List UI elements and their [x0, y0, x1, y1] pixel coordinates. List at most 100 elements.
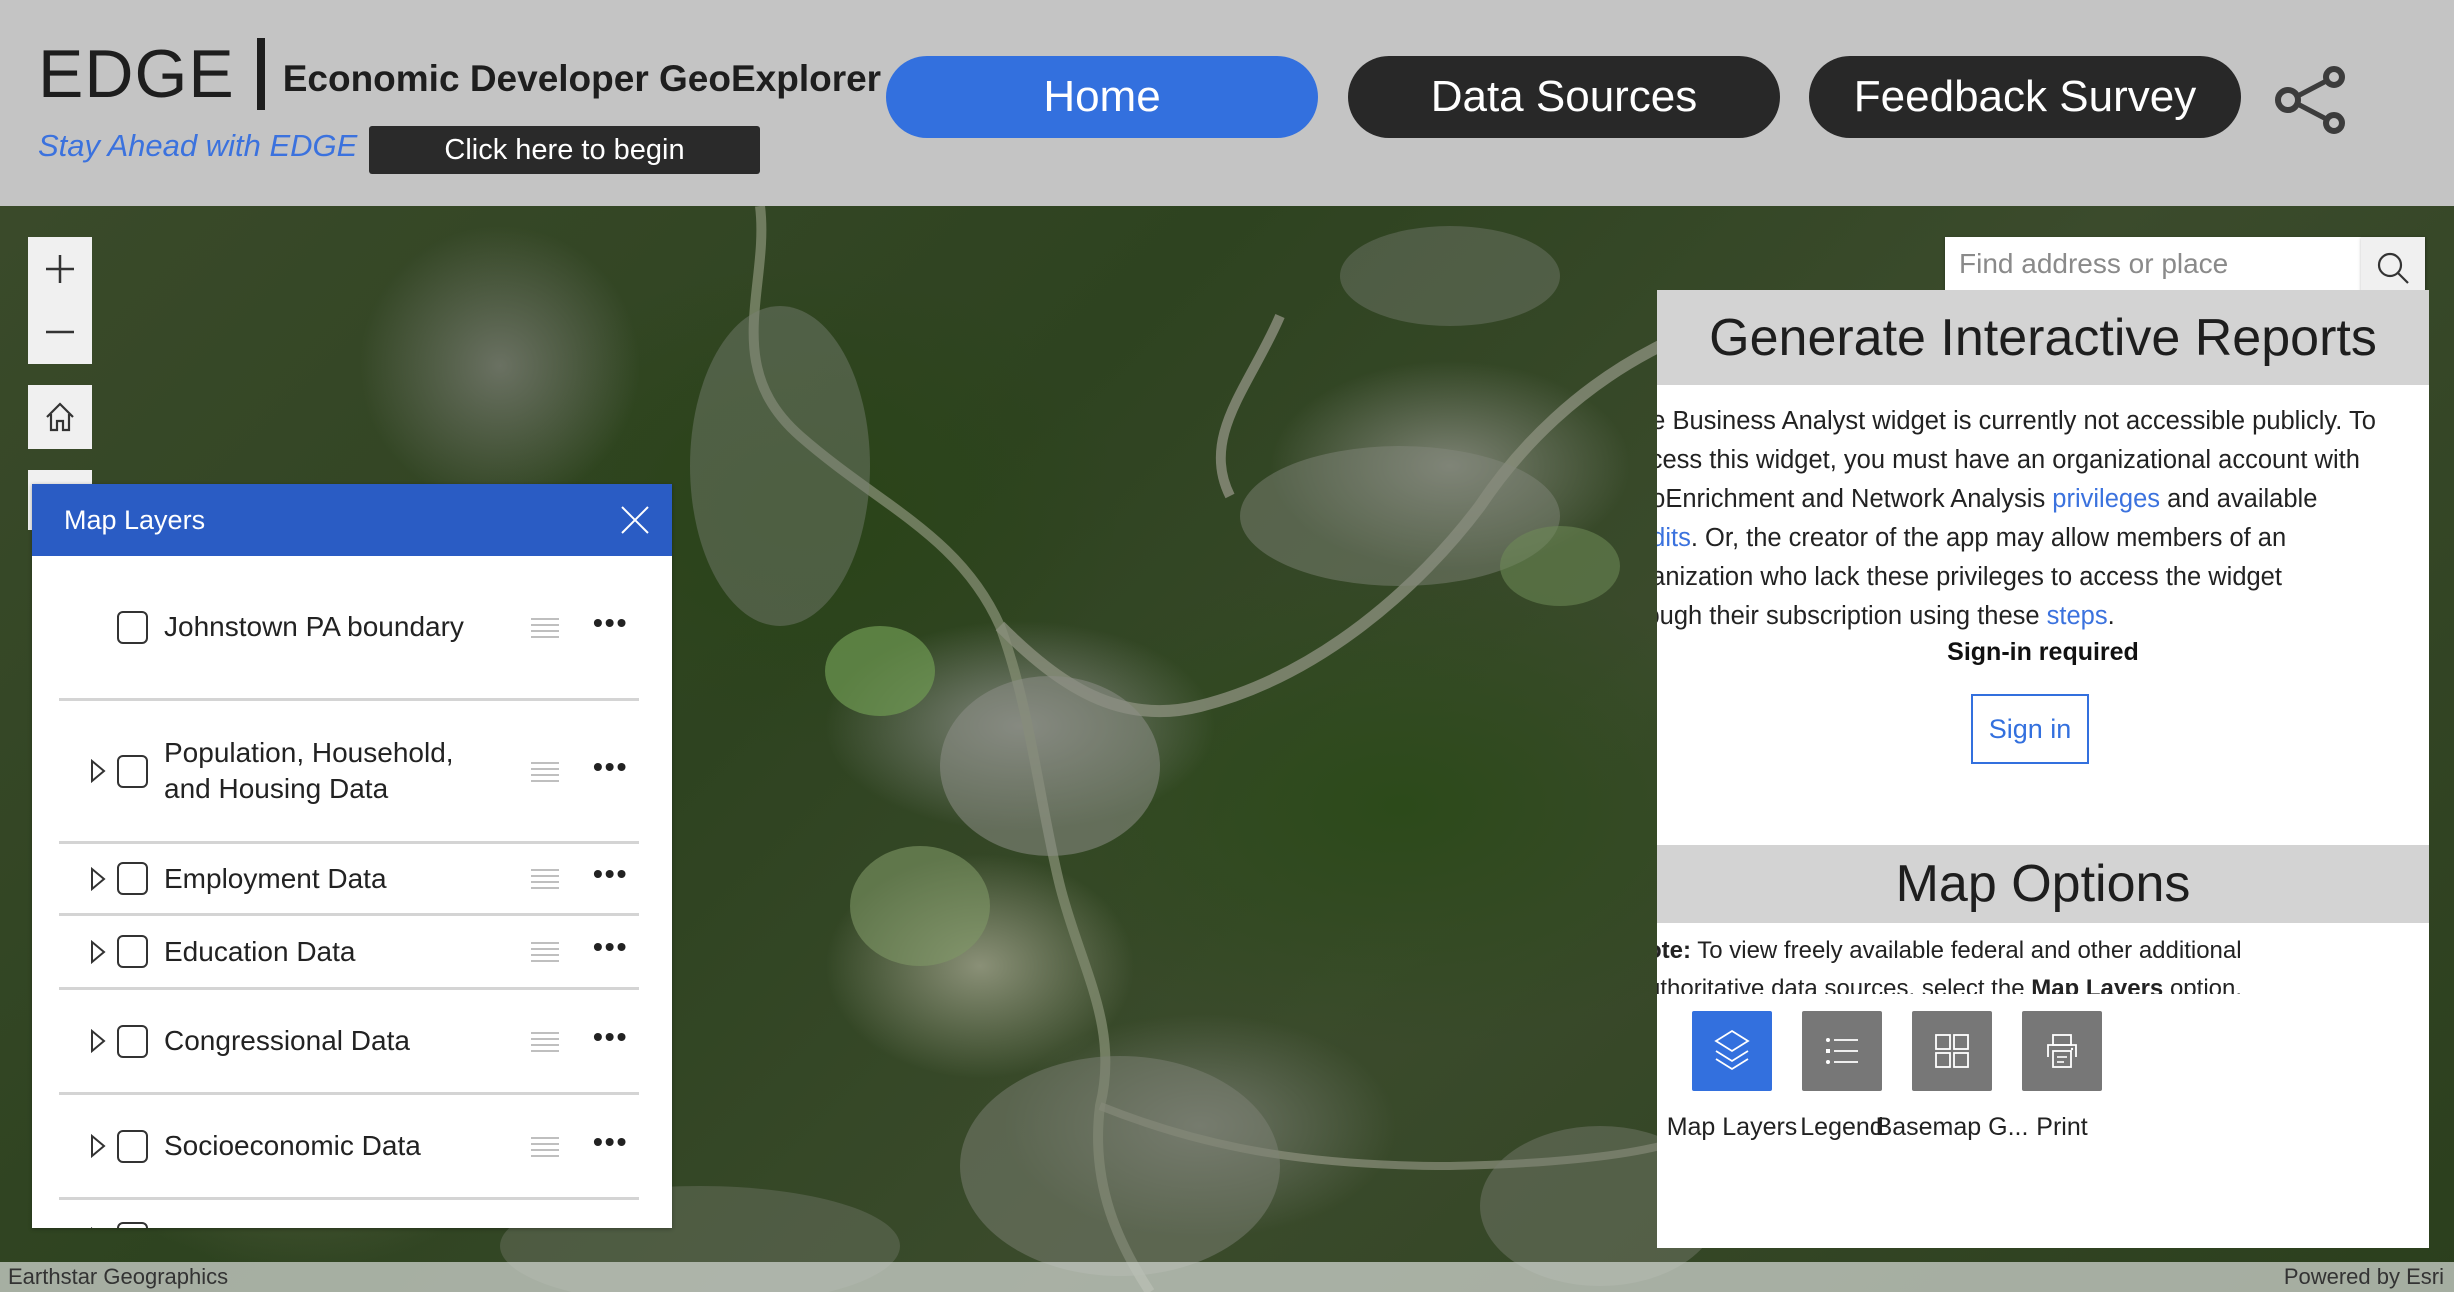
layer-options-menu-icon[interactable]: •••	[593, 1126, 628, 1158]
layer-options-menu-icon[interactable]: •••	[593, 858, 628, 890]
note-line-1: ote: To view freely available federal an…	[1657, 932, 2427, 970]
layer-visibility-checkbox[interactable]	[117, 1130, 148, 1163]
side-panel: Generate Interactive Reports he Business…	[1657, 290, 2429, 1248]
search-input[interactable]	[1945, 237, 2361, 291]
reports-line: rough their subscription using these ste…	[1657, 597, 2427, 636]
layer-list: Johnstown PA boundary•••Population, Hous…	[32, 556, 672, 1228]
layers-icon	[1714, 1029, 1750, 1073]
expand-caret-icon[interactable]	[83, 1227, 113, 1229]
reports-line-text: rough their subscription using these	[1657, 602, 2047, 630]
layer-legend-icon[interactable]	[531, 1031, 559, 1051]
layer-label: Education Data	[164, 934, 464, 970]
steps-link[interactable]: steps	[2047, 602, 2108, 630]
reports-line: ccess this widget, you must have an orga…	[1657, 441, 2427, 480]
print-icon	[2044, 1033, 2080, 1069]
layer-legend-icon[interactable]	[531, 1136, 559, 1156]
layer-row: Johnstown PA boundary •••	[59, 556, 639, 701]
layer-visibility-checkbox[interactable]	[117, 1222, 148, 1228]
zoom-controls	[28, 237, 92, 364]
reports-line-text: and available	[2160, 485, 2317, 513]
tool-print-tile[interactable]	[2022, 1011, 2102, 1091]
layer-options-menu-icon[interactable]: •••	[593, 751, 628, 783]
layer-legend-icon[interactable]	[531, 761, 559, 781]
layer-options-menu-icon[interactable]: •••	[593, 931, 628, 963]
close-icon[interactable]	[620, 505, 650, 535]
tool-map-layers-tile[interactable]	[1692, 1011, 1772, 1091]
app-header: EDGE Economic Developer GeoExplorer Stay…	[0, 0, 2454, 206]
basemap-gallery-icon	[1934, 1033, 1970, 1069]
reports-heading: Generate Interactive Reports	[1657, 290, 2429, 385]
layer-visibility-checkbox[interactable]	[117, 935, 148, 968]
layer-row: Population, Household, and Housing Data •…	[59, 701, 639, 844]
note-text: option.	[2163, 975, 2242, 994]
layer-options-menu-icon[interactable]: •••	[593, 607, 628, 639]
tool-print[interactable]: Print	[1987, 1011, 2137, 1142]
layer-visibility-checkbox[interactable]	[117, 611, 148, 644]
brand-short: EDGE	[38, 40, 235, 108]
nav-feedback-survey-button[interactable]: Feedback Survey	[1809, 56, 2241, 138]
layer-visibility-checkbox[interactable]	[117, 1025, 148, 1058]
legend-icon	[1824, 1035, 1860, 1067]
expand-caret-icon[interactable]	[83, 1029, 113, 1053]
layer-label: Employment Data	[164, 861, 464, 897]
brand: EDGE Economic Developer GeoExplorer	[38, 38, 881, 110]
tagline: Stay Ahead with EDGE	[38, 128, 357, 164]
attribution-powered-by[interactable]: Powered by Esri	[2284, 1264, 2444, 1290]
note-label: ote:	[1657, 937, 1691, 964]
layer-visibility-checkbox[interactable]	[117, 755, 148, 788]
credits-link[interactable]: edits	[1657, 524, 1691, 552]
layer-label: Environmental	[164, 1221, 464, 1229]
brand-divider	[257, 38, 265, 110]
attribution-bar: Earthstar Geographics Powered by Esri	[0, 1262, 2454, 1292]
share-icon[interactable]	[2272, 64, 2350, 136]
layer-row: Socioeconomic Data•••	[59, 1095, 639, 1200]
minus-icon	[44, 316, 76, 348]
layer-legend-icon[interactable]	[531, 941, 559, 961]
home-icon	[44, 401, 76, 433]
tool-basemap-gallery-tile[interactable]	[1912, 1011, 1992, 1091]
layer-visibility-checkbox[interactable]	[117, 862, 148, 895]
attribution-source: Earthstar Geographics	[8, 1264, 228, 1290]
begin-button[interactable]: Click here to begin	[369, 126, 760, 174]
note-bold: Map Layers	[2031, 975, 2163, 994]
reports-line: ganization who lack these privileges to …	[1657, 558, 2427, 597]
expand-caret-icon[interactable]	[83, 867, 113, 891]
signin-required-label: Sign-in required	[1657, 638, 2429, 667]
note-line-2: uthoritative data sources, select the Ma…	[1657, 970, 2427, 994]
expand-caret-icon[interactable]	[83, 940, 113, 964]
map-layers-panel: Map Layers Johnstown PA boundary•••Popul…	[32, 484, 672, 1228]
zoom-in-button[interactable]	[28, 237, 92, 300]
expand-caret-icon[interactable]	[83, 759, 113, 783]
layer-legend-icon[interactable]	[531, 617, 559, 637]
nav-data-sources-button[interactable]: Data Sources	[1348, 56, 1780, 138]
map-layers-title: Map Layers	[64, 505, 205, 536]
layer-legend-icon[interactable]	[531, 868, 559, 888]
layer-options-menu-icon[interactable]: •••	[593, 1218, 628, 1228]
reports-line-text: .	[2108, 602, 2115, 630]
reports-line: eoEnrichment and Network Analysis privil…	[1657, 480, 2427, 519]
plus-icon	[44, 253, 76, 285]
layer-row: Employment Data •••	[59, 844, 639, 916]
expand-caret-icon[interactable]	[83, 1134, 113, 1158]
nav-home-button[interactable]: Home	[886, 56, 1318, 138]
search-icon	[2375, 250, 2411, 286]
layer-options-menu-icon[interactable]: •••	[593, 1021, 628, 1053]
tool-label: Print	[2036, 1113, 2087, 1142]
sign-in-button[interactable]: Sign in	[1971, 694, 2089, 764]
layer-row: Education Data •••	[59, 916, 639, 990]
map-layers-header: Map Layers	[32, 484, 672, 556]
home-button[interactable]	[28, 385, 92, 449]
reports-line-text: . Or, the creator of the app may allow m…	[1691, 524, 2286, 552]
layer-row: Congressional Data •••	[59, 990, 639, 1095]
zoom-out-button[interactable]	[28, 300, 92, 363]
brand-full-name: Economic Developer GeoExplorer	[283, 58, 881, 100]
note-text: To view freely available federal and oth…	[1691, 937, 2242, 964]
privileges-link[interactable]: privileges	[2052, 485, 2160, 513]
layer-label: Johnstown PA boundary	[164, 609, 464, 645]
note-text: uthoritative data sources, select the	[1657, 975, 2031, 994]
tool-legend-tile[interactable]	[1802, 1011, 1882, 1091]
layer-label: Population, Household, and Housing Data	[164, 735, 464, 807]
layer-label: Congressional Data	[164, 1023, 464, 1059]
layer-row: Environmental •••	[59, 1200, 639, 1228]
map-options-note: ote: To view freely available federal an…	[1657, 932, 2427, 994]
